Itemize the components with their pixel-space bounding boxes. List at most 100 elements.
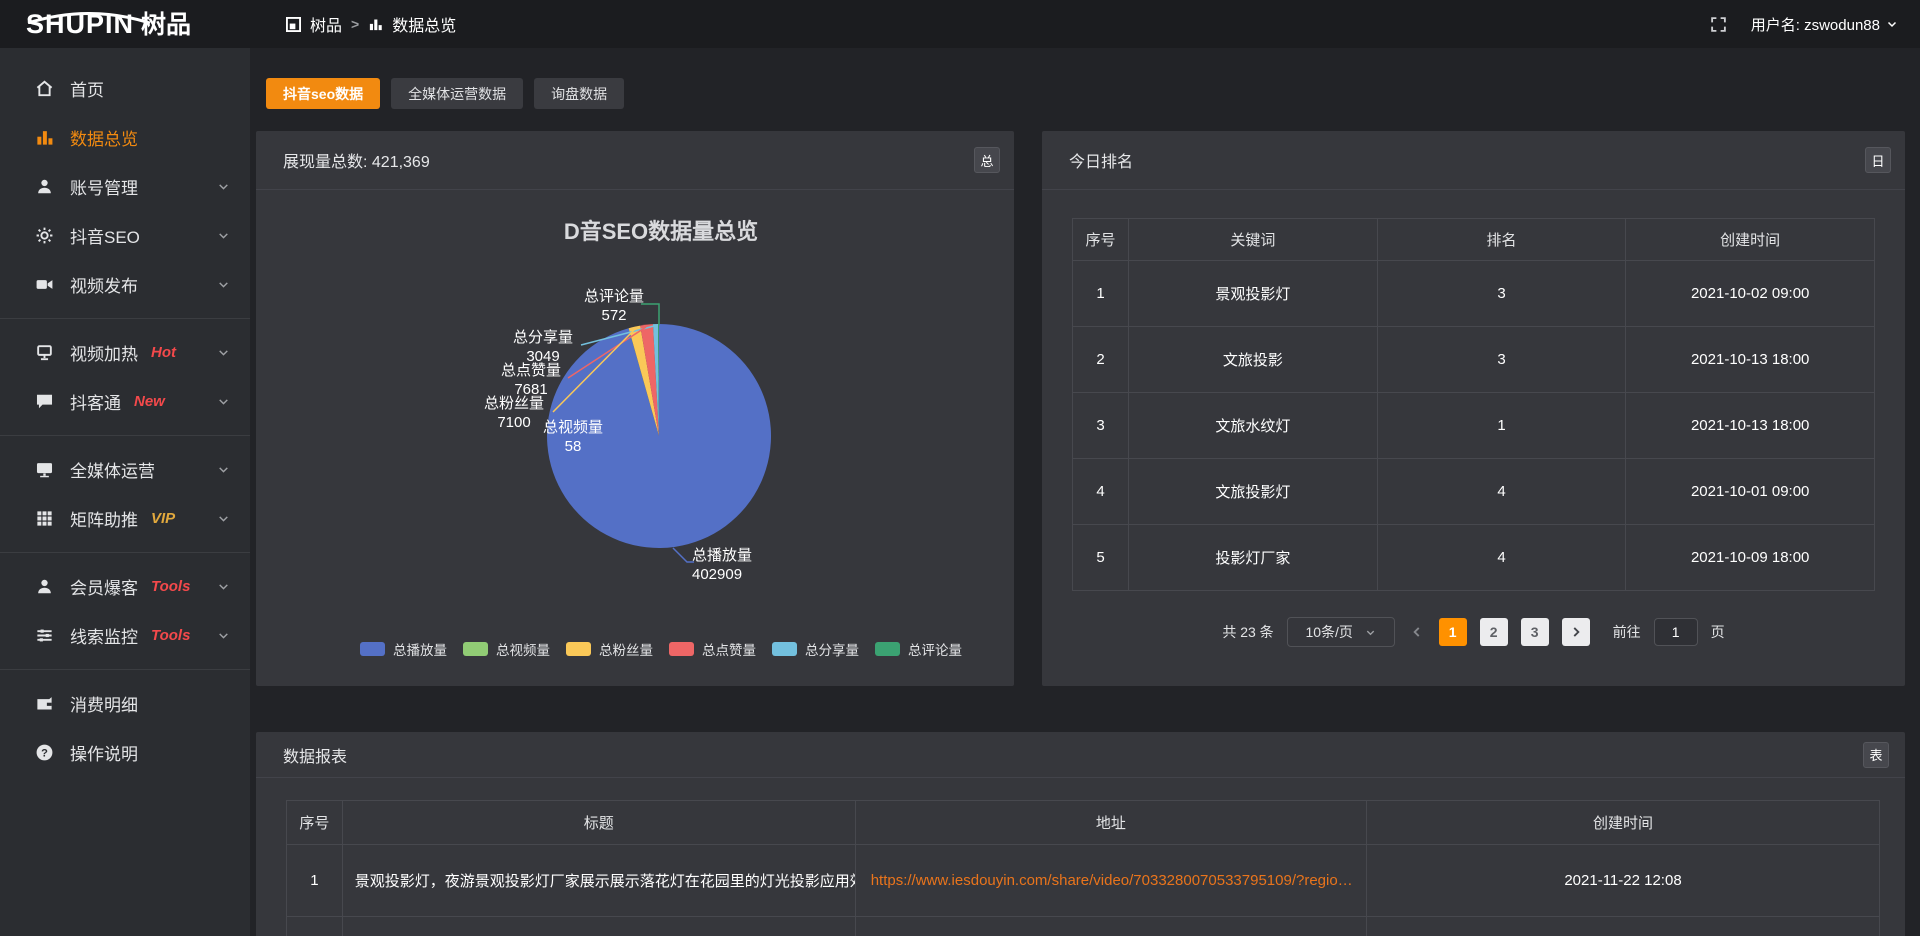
cell-rank: 4 (1377, 525, 1626, 591)
next-page-button[interactable] (1562, 618, 1590, 646)
legend-item[interactable]: 总评论量 (875, 639, 962, 659)
legend-swatch (566, 642, 591, 656)
sidebar-item-home[interactable]: 首页 (0, 64, 250, 113)
sidebar-item-video-publish[interactable]: 视频发布 (0, 260, 250, 309)
sidebar-item-video-heat[interactable]: 视频加热 Hot (0, 328, 250, 377)
monitor-icon (34, 460, 54, 479)
chevron-down-icon (217, 463, 230, 476)
table-header-row: 序号 关键词 排名 创建时间 (1073, 219, 1875, 261)
user-menu[interactable]: 用户名: zswodun88 (1751, 14, 1898, 35)
user-icon (34, 177, 54, 196)
page-button-2[interactable]: 2 (1480, 618, 1508, 646)
tab-media-operation-data[interactable]: 全媒体运营数据 (391, 78, 523, 109)
chevron-down-icon (217, 278, 230, 291)
table-row: 5 投影灯厂家 4 2021-10-09 18:00 (1073, 525, 1875, 591)
page-button-1[interactable]: 1 (1439, 618, 1467, 646)
sidebar-divider (0, 435, 250, 436)
sidebar-item-label: 数据总览 (70, 125, 138, 150)
cell-index: 1 (1073, 261, 1129, 327)
chevron-down-icon (217, 512, 230, 525)
pie-label-comments: 总评论量 572 (579, 287, 649, 325)
legend-item[interactable]: 总视频量 (463, 639, 550, 659)
chart-title: D音SEO数据量总览 (282, 214, 1040, 246)
breadcrumb-current[interactable]: 数据总览 (392, 12, 456, 36)
chevron-down-icon (1365, 627, 1376, 638)
sidebar-divider (0, 552, 250, 553)
legend-item[interactable]: 总点赞量 (669, 639, 756, 659)
overview-panel-title: 展现量总数: 421,369 (283, 148, 430, 172)
page-unit-label: 页 (1711, 622, 1725, 642)
sidebar-item-label: 视频加热 (70, 340, 138, 365)
video-link[interactable]: https://www.iesdouyin.com/share/video/70… (857, 872, 1365, 889)
window-icon (286, 17, 301, 32)
sidebar-item-data-overview[interactable]: 数据总览 (0, 113, 250, 162)
cell-rank: 3 (1377, 327, 1626, 393)
sidebar-item-label: 抖客通 (70, 389, 121, 414)
table-row (287, 917, 1880, 936)
legend-swatch (463, 642, 488, 656)
sidebar-item-help[interactable]: ? 操作说明 (0, 728, 250, 777)
table-row: 4 文旅投影灯 4 2021-10-01 09:00 (1073, 459, 1875, 525)
cell-created: 2021-10-01 09:00 (1626, 459, 1875, 525)
chat-icon (34, 392, 54, 411)
prev-page-button[interactable] (1410, 625, 1424, 639)
grid-icon (34, 509, 54, 528)
page-size-select[interactable]: 10条/页 (1287, 617, 1395, 647)
column-header: 地址 (855, 801, 1366, 845)
wallet-icon (34, 694, 54, 713)
legend-swatch (772, 642, 797, 656)
sidebar-divider (0, 318, 250, 319)
cell-rank: 4 (1377, 459, 1626, 525)
table-header-row: 序号 标题 地址 创建时间 (287, 801, 1880, 845)
sidebar-item-media-operation[interactable]: 全媒体运营 (0, 445, 250, 494)
column-header: 序号 (287, 801, 343, 845)
tab-douyin-seo-data[interactable]: 抖音seo数据 (266, 78, 380, 109)
cell-keyword: 景观投影灯 (1129, 261, 1378, 327)
column-header: 标题 (342, 801, 855, 845)
main-content: 抖音seo数据 全媒体运营数据 询盘数据 展现量总数: 421,369 总 D音… (250, 48, 1920, 936)
total-toggle-button[interactable]: 总 (974, 147, 1000, 173)
gear-icon (34, 226, 54, 245)
cell-index: 5 (1073, 525, 1129, 591)
topbar-right: 用户名: zswodun88 (1710, 14, 1920, 35)
breadcrumb-root[interactable]: 树品 (310, 12, 342, 36)
video-camera-icon (34, 275, 54, 294)
sidebar-item-label: 会员爆客 (70, 574, 138, 599)
cell-index: 4 (1073, 459, 1129, 525)
member-icon (34, 577, 54, 596)
cell-index: 3 (1073, 393, 1129, 459)
sidebar-item-douketong[interactable]: 抖客通 New (0, 377, 250, 426)
tools-badge: Tools (151, 578, 190, 595)
report-panel-title: 数据报表 (283, 743, 347, 767)
legend-item[interactable]: 总播放量 (360, 639, 447, 659)
sidebar-item-label: 操作说明 (70, 740, 138, 765)
sidebar-item-lead-monitor[interactable]: 线索监控 Tools (0, 611, 250, 660)
chevron-down-icon (217, 629, 230, 642)
fullscreen-icon[interactable] (1710, 16, 1727, 33)
legend-item[interactable]: 总粉丝量 (566, 639, 653, 659)
ranking-table: 序号 关键词 排名 创建时间 1 景观投影灯 3 (1072, 218, 1875, 591)
ranking-panel-header: 今日排名 日 (1042, 131, 1905, 190)
chevron-down-icon (217, 580, 230, 593)
sidebar-item-account[interactable]: 账号管理 (0, 162, 250, 211)
sidebar-item-member-burst[interactable]: 会员爆客 Tools (0, 562, 250, 611)
cell-rank: 3 (1377, 261, 1626, 327)
cell-created: 2021-10-13 18:00 (1626, 327, 1875, 393)
tools-badge: Tools (151, 627, 190, 644)
sidebar-item-douyin-seo[interactable]: 抖音SEO (0, 211, 250, 260)
day-toggle-button[interactable]: 日 (1865, 147, 1891, 173)
ranking-panel: 今日排名 日 序号 关键词 排名 创建时间 (1042, 131, 1905, 686)
app-window: SHUPIN 树品 树品 > 数据总览 用户名: zswodun88 首页 (0, 0, 1920, 936)
column-header: 序号 (1073, 219, 1129, 261)
sidebar-item-matrix-boost[interactable]: 矩阵助推 VIP (0, 494, 250, 543)
pie-label-plays: 总播放量 402909 (692, 546, 776, 584)
chart-legend: 总播放量 总视频量 总粉丝量 总点赞量 总分享量 总评论量 (282, 639, 1040, 659)
legend-item[interactable]: 总分享量 (772, 639, 859, 659)
sidebar-item-spending-detail[interactable]: 消费明细 (0, 679, 250, 728)
table-toggle-button[interactable]: 表 (1863, 742, 1889, 768)
column-header: 创建时间 (1367, 801, 1880, 845)
goto-page-input[interactable] (1654, 618, 1698, 646)
tab-inquiry-data[interactable]: 询盘数据 (534, 78, 624, 109)
page-button-3[interactable]: 3 (1521, 618, 1549, 646)
sidebar-item-label: 首页 (70, 76, 104, 101)
